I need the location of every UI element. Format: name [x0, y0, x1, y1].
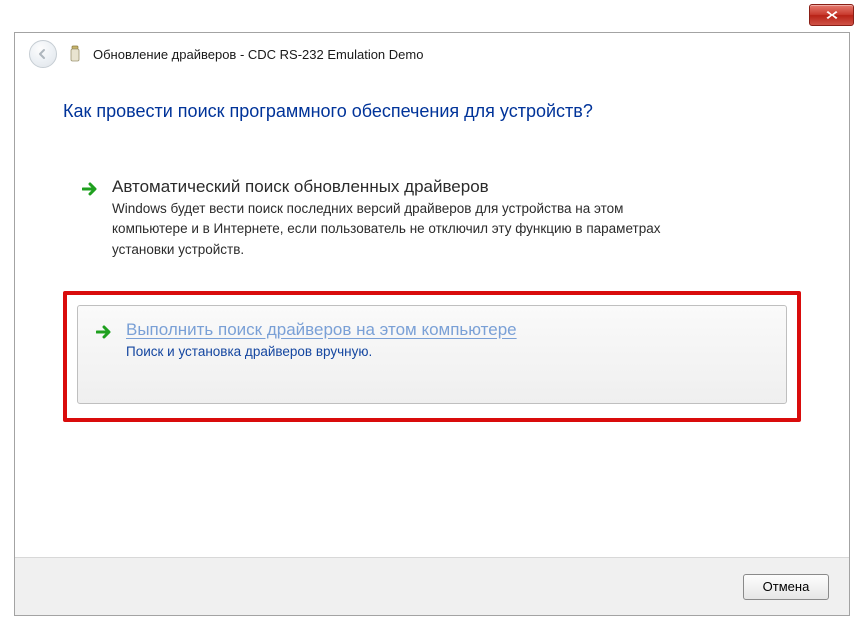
wizard-footer: Отмена	[15, 557, 849, 615]
highlight-annotation: Выполнить поиск драйверов на этом компью…	[63, 291, 801, 422]
option-auto-title: Автоматический поиск обновленных драйвер…	[112, 177, 672, 197]
back-arrow-icon	[36, 47, 50, 61]
back-button[interactable]	[29, 40, 57, 68]
cancel-button[interactable]: Отмена	[743, 574, 829, 600]
arrow-right-icon	[96, 320, 114, 359]
wizard-body: Как провести поиск программного обеспече…	[15, 75, 849, 557]
option-manual-search[interactable]: Выполнить поиск драйверов на этом компью…	[77, 305, 787, 404]
option-auto-search[interactable]: Автоматический поиск обновленных драйвер…	[63, 162, 801, 279]
page-heading: Как провести поиск программного обеспече…	[63, 101, 801, 122]
option-auto-desc: Windows будет вести поиск последних верс…	[112, 199, 672, 260]
window-title: Обновление драйверов - CDC RS-232 Emulat…	[93, 47, 423, 62]
wizard-header: Обновление драйверов - CDC RS-232 Emulat…	[15, 33, 849, 75]
option-manual-title: Выполнить поиск драйверов на этом компью…	[126, 320, 517, 340]
arrow-right-icon	[82, 177, 100, 260]
wizard-dialog: Обновление драйверов - CDC RS-232 Emulat…	[14, 32, 850, 616]
window-close-button[interactable]	[809, 4, 854, 26]
device-icon	[67, 45, 83, 63]
close-icon	[825, 10, 839, 20]
option-manual-desc: Поиск и установка драйверов вручную.	[126, 344, 517, 359]
